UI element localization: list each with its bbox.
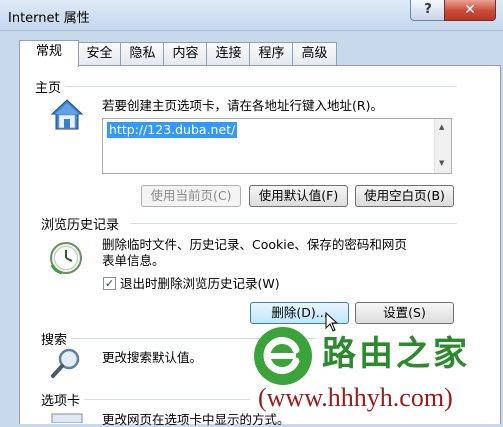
history-description-line2: 表单信息。 <box>102 253 165 268</box>
use-blank-button[interactable]: 使用空白页(B) <box>355 185 454 207</box>
history-group-title: 浏览历史记录 <box>41 214 124 233</box>
history-description-line1: 删除临时文件、历史记录、Cookie、保存的密码和网页 <box>102 237 407 252</box>
use-default-button[interactable]: 使用默认值(F) <box>249 185 348 207</box>
tab-content[interactable]: 内容 <box>163 42 208 66</box>
clock-icon <box>50 242 82 275</box>
delete-on-exit-checkbox[interactable]: ✓ <box>103 277 116 290</box>
tabs-divider <box>80 399 250 400</box>
tab-security[interactable]: 安全 <box>77 42 122 66</box>
tab-general[interactable]: 常规 <box>19 40 79 67</box>
watermark-url: (www.hhhyh.com) <box>258 383 453 412</box>
homepage-scrollbar[interactable]: ▲ ▼ <box>434 119 451 173</box>
homepage-url-input[interactable]: http://123.duba.net/ ▲ ▼ <box>102 118 452 174</box>
house-icon <box>50 99 84 130</box>
homepage-description: 若要创建主页选项卡，请在各地址行键入地址(R)。 <box>102 98 383 113</box>
close-button[interactable]: ✕ <box>444 0 496 21</box>
title-bar: Internet 属性 ? ✕ <box>0 0 503 31</box>
search-description: 更改搜索默认值。 <box>102 350 203 365</box>
e-logo-icon <box>254 327 312 385</box>
tab-programs[interactable]: 程序 <box>249 42 294 66</box>
homepage-divider <box>62 86 457 87</box>
history-settings-button[interactable]: 设置(S) <box>355 302 454 324</box>
scroll-up-icon[interactable]: ▲ <box>439 123 444 131</box>
homepage-group-title: 主页 <box>35 77 66 96</box>
homepage-url-text: http://123.duba.net/ <box>107 122 238 138</box>
tab-advanced[interactable]: 高级 <box>292 42 337 66</box>
help-button[interactable]: ? <box>410 0 446 21</box>
tabs-group-title: 选项卡 <box>41 390 85 409</box>
use-current-page-button[interactable]: 使用当前页(C) <box>141 185 241 207</box>
tabs-icon <box>51 413 83 423</box>
history-divider <box>130 223 457 224</box>
window-title: Internet 属性 <box>8 11 90 26</box>
scroll-down-icon[interactable]: ▼ <box>439 159 444 167</box>
delete-on-exit-label: 退出时删除浏览历史记录(W) <box>120 276 280 291</box>
tab-privacy[interactable]: 隐私 <box>120 42 165 66</box>
tabs-description: 更改网页在选项卡中显示的方式。 <box>102 412 290 427</box>
tab-connections[interactable]: 连接 <box>206 42 251 66</box>
magnifier-icon <box>51 348 80 378</box>
watermark-brand: 路由之家 <box>322 334 470 374</box>
